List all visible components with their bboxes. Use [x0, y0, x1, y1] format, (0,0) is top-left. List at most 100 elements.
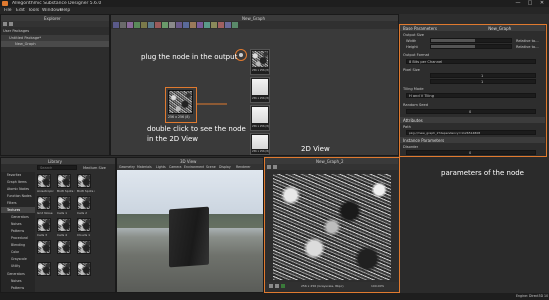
pixel-size-width-field[interactable]: 1 [430, 73, 536, 78]
3d-menu-camera[interactable]: Camera [169, 165, 182, 169]
node-fxmap-icon[interactable] [204, 22, 210, 28]
output-format-dropdown[interactable]: 8 Bits per Channel [406, 59, 536, 64]
node-hsl-icon[interactable] [190, 22, 196, 28]
menu-edit[interactable]: Edit [16, 8, 25, 13]
tile-row4-3[interactable] [77, 240, 91, 254]
tile-cells-2[interactable] [77, 196, 91, 210]
disorder-slider[interactable]: 0 [406, 150, 536, 155]
width-slider[interactable] [430, 38, 512, 43]
footer-tool-2-icon[interactable] [275, 284, 279, 288]
category-grayscale[interactable]: Grayscale [11, 257, 27, 261]
node-color-icon[interactable] [232, 22, 238, 28]
tiling-dropdown[interactable]: H and V Tiling [406, 93, 536, 98]
footer-tool-3-icon[interactable] [281, 284, 285, 288]
2d-view-zoom[interactable]: 100.00% [371, 284, 384, 288]
3d-menu-scene[interactable]: Scene [206, 165, 216, 169]
3d-menu-renderer[interactable]: Renderer [236, 165, 251, 169]
height-slider[interactable] [430, 44, 512, 49]
library-header: Library [1, 158, 115, 164]
close-button[interactable]: ✕ [536, 0, 548, 7]
tile-bnw-spots-2[interactable] [77, 174, 91, 188]
category-favorites[interactable]: Favorites [7, 173, 21, 177]
category-utility[interactable]: Utility [11, 264, 20, 268]
attributes-section[interactable]: Attributes [400, 117, 545, 123]
node-pixel-processor-icon[interactable] [211, 22, 217, 28]
category-generators-2[interactable]: Generators [7, 272, 25, 276]
tile-row5-2[interactable] [57, 262, 71, 276]
title-bar: Allegorithmic Substance Designer 5.6.0 —… [0, 0, 549, 7]
library-search[interactable]: Search [37, 165, 77, 170]
node-channel-icon[interactable] [225, 22, 231, 28]
tile-row4-2[interactable] [57, 240, 71, 254]
category-blending[interactable]: Blending [11, 243, 25, 247]
category-color[interactable]: Color [11, 250, 19, 254]
footer-tool-1-icon[interactable] [269, 284, 273, 288]
tile-grid-noise[interactable] [37, 196, 51, 210]
new-package-icon[interactable] [3, 22, 7, 26]
graph-node-1[interactable]: 256 x 256 (8) [250, 49, 270, 75]
category-noises[interactable]: Noises [11, 222, 22, 226]
tile-cells-4[interactable] [57, 218, 71, 232]
pixel-size-height-field[interactable]: 1 [430, 79, 536, 84]
menu-file[interactable]: File [4, 8, 12, 13]
path-field[interactable]: pkg:///new_graph_2?dependency=1126514808 [406, 130, 536, 135]
node-normal-icon[interactable] [197, 22, 203, 28]
graph-node-2[interactable]: 256 x 256 (8) [250, 77, 270, 103]
node-levels-icon[interactable] [127, 22, 133, 28]
height-relative-dropdown[interactable]: Relative to... [516, 45, 539, 49]
open-package-icon[interactable] [9, 22, 13, 26]
2d-view-image[interactable] [273, 174, 391, 280]
menu-help[interactable]: Help [60, 8, 70, 13]
width-relative-dropdown[interactable]: Relative to... [516, 39, 539, 43]
node-warp-icon[interactable] [141, 22, 147, 28]
node-input-icon[interactable] [176, 22, 182, 28]
graph-node-3[interactable]: 256 x 256 (8) [250, 105, 270, 131]
library-filter-dropdown[interactable]: Medium Size [83, 166, 106, 170]
instance-params-section[interactable]: Instance Parameters [400, 137, 545, 143]
tile-cells-1[interactable] [57, 196, 71, 210]
category-patterns[interactable]: Patterns [11, 229, 24, 233]
channel-icon[interactable] [267, 165, 271, 169]
3d-menu-display[interactable]: Display [219, 165, 231, 169]
node-gradient-icon[interactable] [155, 22, 161, 28]
3d-menu-materials[interactable]: Materials [137, 165, 152, 169]
explorer-item-graph-row[interactable]: New_Graph [1, 41, 109, 47]
node-blend-icon[interactable] [120, 22, 126, 28]
minimize-button[interactable]: — [512, 0, 524, 7]
node-emboss-icon[interactable] [218, 22, 224, 28]
graph-node-4[interactable]: 256 x 256 (8) [250, 133, 270, 155]
tile-anisotropic-noise[interactable] [37, 174, 51, 188]
category-patterns-2[interactable]: Patterns [11, 286, 24, 290]
tile-cells-3[interactable] [37, 218, 51, 232]
node-blur-icon[interactable] [134, 22, 140, 28]
node-curve-icon[interactable] [183, 22, 189, 28]
tile-row4-1[interactable] [37, 240, 51, 254]
node-output-icon[interactable] [162, 22, 168, 28]
category-atomic-nodes[interactable]: Atomic Nodes [7, 187, 29, 191]
category-function-nodes[interactable]: Function Nodes [7, 194, 32, 198]
node-frame-icon[interactable] [169, 22, 175, 28]
noise-node-highlight[interactable]: 256 x 256 (8) [165, 87, 197, 123]
category-generators[interactable]: Generators [11, 215, 29, 219]
explorer-item-user-packages[interactable]: User Packages [3, 29, 29, 33]
tile-cells-4-label: Cells 4 [57, 233, 68, 237]
3d-menu-lights[interactable]: Lights [156, 165, 166, 169]
menu-tools[interactable]: Tools [28, 8, 39, 13]
3d-menu-environment[interactable]: Environment [184, 165, 204, 169]
tile-bnw-spots-1[interactable] [57, 174, 71, 188]
tile-clouds-1[interactable] [77, 218, 91, 232]
category-textures-row[interactable]: Textures [1, 207, 35, 213]
category-graph-items[interactable]: Graph Items [7, 180, 27, 184]
fit-icon[interactable] [273, 165, 277, 169]
maximize-button[interactable]: □ [524, 0, 536, 7]
random-seed-slider[interactable]: 0 [406, 109, 536, 114]
node-transform-icon[interactable] [148, 22, 154, 28]
category-procedural[interactable]: Procedural [11, 236, 28, 240]
node-atomic-icon[interactable] [113, 22, 119, 28]
category-filters[interactable]: Filters [7, 201, 17, 205]
3d-viewport[interactable] [117, 170, 263, 292]
tile-row5-3[interactable] [77, 262, 91, 276]
category-noises-2[interactable]: Noises [11, 279, 22, 283]
tile-row5-1[interactable] [37, 262, 51, 276]
3d-menu-geometry[interactable]: Geometry [119, 165, 135, 169]
